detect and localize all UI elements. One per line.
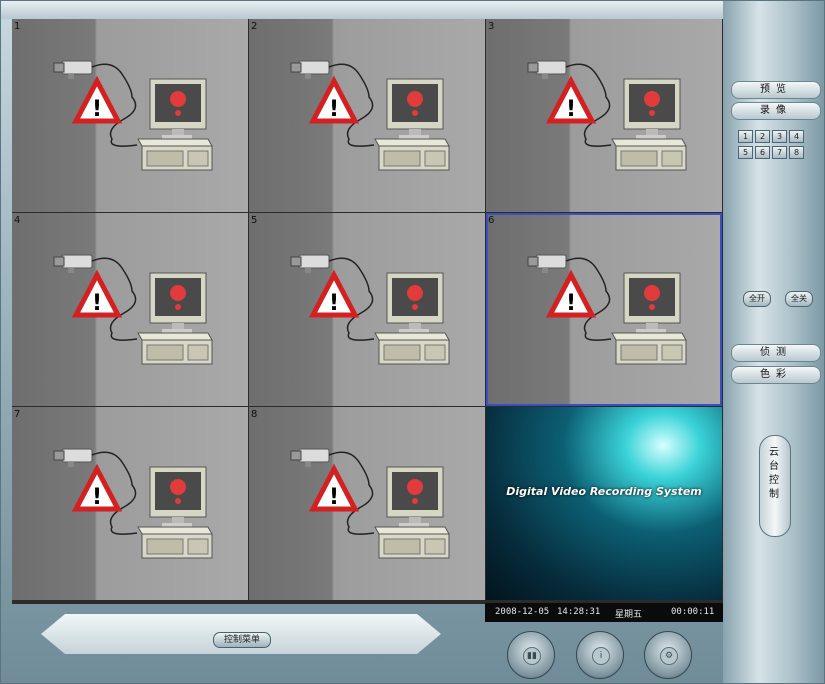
status-date: 2008-12-05 <box>495 607 550 617</box>
splash-screen: Digital Video Recording System <box>486 407 722 600</box>
dvr-unit-icon <box>374 332 450 365</box>
record-button[interactable]: 录像 <box>731 102 821 120</box>
monitor-icon <box>623 272 681 333</box>
channel-button[interactable]: 1 <box>738 130 753 143</box>
status-time: 14:28:31 <box>557 607 601 617</box>
warning-icon: ! <box>308 463 360 512</box>
monitor-icon <box>149 78 207 139</box>
warning-icon: ! <box>308 75 360 124</box>
splash-title: Digital Video Recording System <box>506 485 702 498</box>
all-off-button[interactable]: 全关 <box>785 291 813 307</box>
dvr-unit-icon <box>374 138 450 171</box>
svg-text:!: ! <box>92 291 102 316</box>
svg-text:!: ! <box>329 291 339 316</box>
dvr-unit-icon <box>374 526 450 559</box>
title-bar <box>1 1 824 19</box>
cell-number: 5 <box>251 215 258 226</box>
status-bar: 2008-12-05 14:28:31 星期五 00:00:11 <box>485 603 723 622</box>
channel-button[interactable]: 3 <box>772 130 787 143</box>
video-cell[interactable]: ! 5 <box>249 213 485 406</box>
cell-number: 1 <box>14 21 21 32</box>
svg-text:!: ! <box>329 485 339 510</box>
video-cell[interactable]: ! 7 <box>12 407 248 600</box>
dvr-unit-icon <box>137 332 213 365</box>
warning-icon: ! <box>71 75 123 124</box>
cell-number: 8 <box>251 409 258 420</box>
cell-number: 4 <box>14 215 21 226</box>
svg-text:!: ! <box>92 97 102 122</box>
channel-button[interactable]: 6 <box>755 146 770 159</box>
info-icon: i <box>592 647 610 665</box>
warning-icon: ! <box>71 269 123 318</box>
dvr-app-window: ! 1 ! 2 ! 3 ! 4 ! 5 ! 6 ! 7 ! 8 Digital … <box>0 0 825 684</box>
dvr-unit-icon <box>137 138 213 171</box>
svg-text:!: ! <box>329 97 339 122</box>
all-on-button[interactable]: 全开 <box>743 291 771 307</box>
video-cell[interactable]: ! 4 <box>12 213 248 406</box>
monitor-icon <box>623 78 681 139</box>
playback-button[interactable]: ▮▮ <box>507 631 555 679</box>
detect-button[interactable]: 侦测 <box>731 344 821 362</box>
channel-button[interactable]: 5 <box>738 146 753 159</box>
playback-icon: ▮▮ <box>523 647 541 665</box>
video-cell[interactable]: ! 1 <box>12 19 248 212</box>
color-button[interactable]: 色彩 <box>731 366 821 384</box>
control-menu-button[interactable]: 控制菜单 <box>213 632 271 648</box>
monitor-icon <box>386 78 444 139</box>
settings-button[interactable]: ⚙ <box>644 631 692 679</box>
status-elapsed: 00:00:11 <box>671 607 715 617</box>
cell-number: 6 <box>488 215 495 226</box>
channel-button[interactable]: 2 <box>755 130 770 143</box>
cell-number: 2 <box>251 21 258 32</box>
dvr-unit-icon <box>137 526 213 559</box>
video-cell[interactable]: ! 3 <box>486 19 722 212</box>
dvr-unit-icon <box>611 138 687 171</box>
status-weekday: 星期五 <box>615 610 643 620</box>
channel-button[interactable]: 4 <box>789 130 804 143</box>
monitor-icon <box>386 466 444 527</box>
monitor-icon <box>149 272 207 333</box>
settings-icon: ⚙ <box>660 647 678 665</box>
bottom-panel: 控制菜单 <box>1 604 485 683</box>
warning-icon: ! <box>71 463 123 512</box>
dvr-unit-icon <box>611 332 687 365</box>
monitor-icon <box>386 272 444 333</box>
svg-text:!: ! <box>566 97 576 122</box>
right-control-panel: 预览 录像 1234 5678 全开 全关 侦测 色彩 云台控制 <box>723 1 824 683</box>
svg-text:!: ! <box>92 485 102 510</box>
cell-number: 7 <box>14 409 21 420</box>
ptz-label: 云台控制 <box>769 447 779 500</box>
video-cell[interactable]: ! 6 <box>486 213 722 406</box>
svg-text:!: ! <box>566 291 576 316</box>
channel-button[interactable]: 7 <box>772 146 787 159</box>
monitor-icon <box>149 466 207 527</box>
info-button[interactable]: i <box>576 631 624 679</box>
ptz-control-button[interactable]: 云台控制 <box>759 435 791 537</box>
warning-icon: ! <box>308 269 360 318</box>
preview-button[interactable]: 预览 <box>731 81 821 99</box>
video-cell[interactable]: ! 2 <box>249 19 485 212</box>
warning-icon: ! <box>545 269 597 318</box>
warning-icon: ! <box>545 75 597 124</box>
video-cell[interactable]: ! 8 <box>249 407 485 600</box>
cell-number: 3 <box>488 21 495 32</box>
channel-button[interactable]: 8 <box>789 146 804 159</box>
video-grid: ! 1 ! 2 ! 3 ! 4 ! 5 ! 6 ! 7 ! 8 Digital … <box>12 19 723 604</box>
